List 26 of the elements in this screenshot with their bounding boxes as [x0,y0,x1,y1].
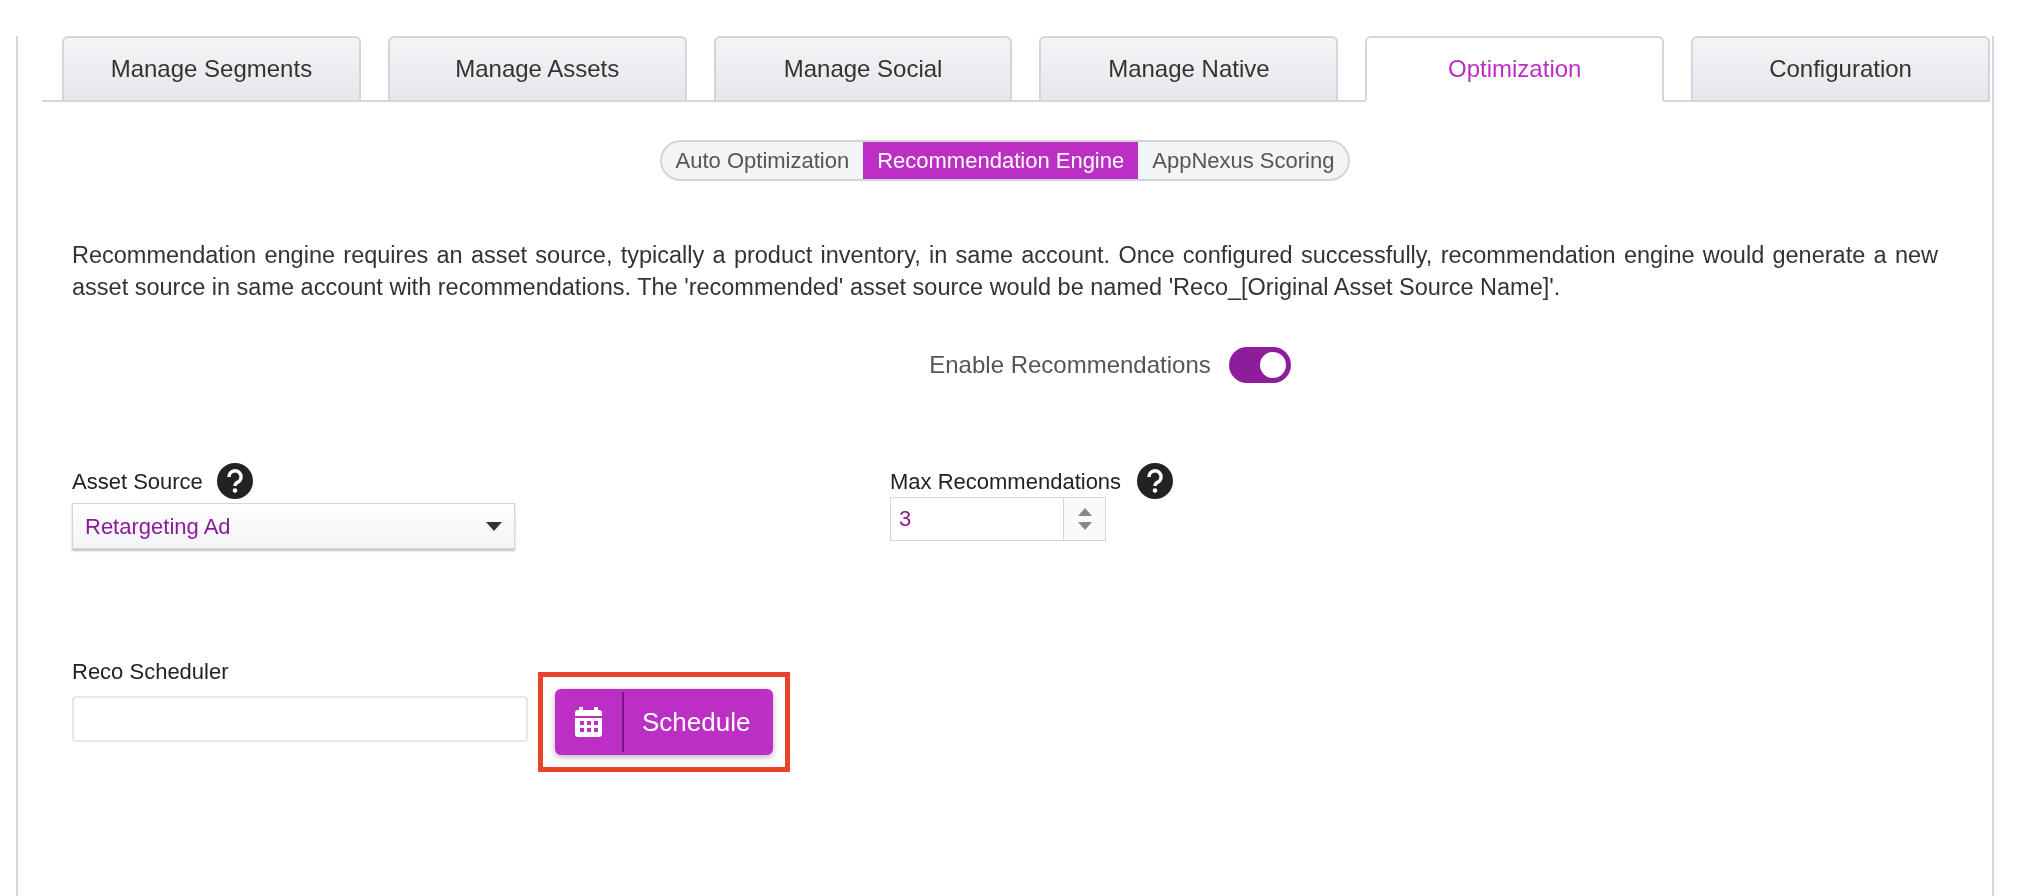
tab[interactable]: Manage Native [1039,36,1339,100]
reco-scheduler-label: Reco Scheduler [72,658,230,686]
tab[interactable]: Manage Assets [387,36,687,100]
max-recommendations-field[interactable]: 3 [890,497,1106,541]
tab[interactable]: Optimization [1365,36,1665,102]
tab[interactable]: Configuration [1691,36,1990,100]
subtab[interactable]: AppNexus Scoring [1138,142,1349,179]
description-text: Recommendation engine requires an asset source, typically a product inventory, in same account. Once configured successfully, recommendation engine would generate a new asset source in same account with recommendations. The 'recommended' asset source would be named 'Reco_[Original Asset Source Name]'. [72,241,1938,302]
help-icon[interactable] [1137,463,1174,499]
caret-icon [486,521,502,531]
calendar-icon [575,707,602,737]
subtab[interactable]: Auto Optimization [661,142,864,179]
toggle-label: Enable Recommendations [929,350,1211,380]
tab[interactable]: Manage Social [713,36,1013,100]
subtab[interactable]: Recommendation Engine [863,142,1139,179]
scheduler-field[interactable] [72,696,528,742]
help-icon[interactable] [216,463,253,499]
enable-toggle[interactable] [1228,347,1291,383]
asset-source-dropdown[interactable]: Retargeting Ad [72,503,515,549]
up-arrow-icon[interactable] [1077,508,1092,516]
tab[interactable]: Manage Segments [62,36,361,100]
max-recommendations-label: Max Recommendations [890,467,1122,496]
schedule-button[interactable]: Schedule [555,689,773,755]
down-arrow-icon[interactable] [1077,522,1092,530]
spinner-control[interactable] [1063,498,1105,540]
asset-source-label: Asset Source [72,467,203,496]
